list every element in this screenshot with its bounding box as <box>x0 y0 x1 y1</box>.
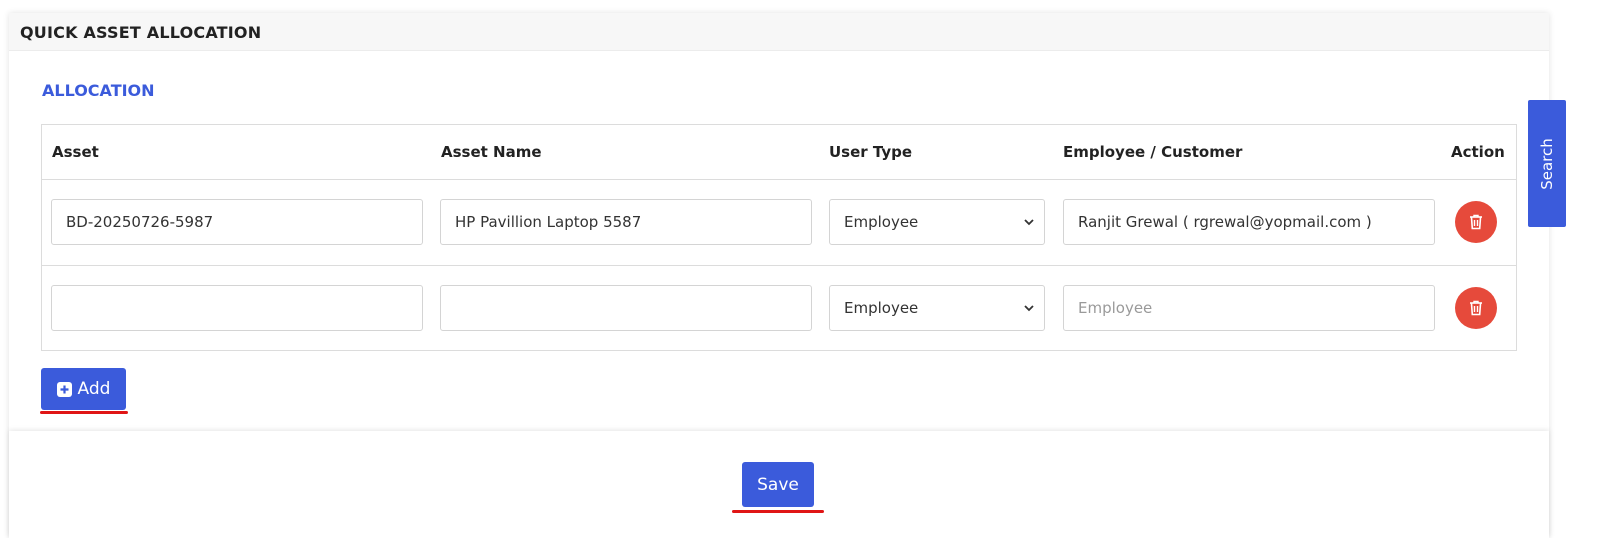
quick-asset-allocation-card: QUICK ASSET ALLOCATION ALLOCATION Asset … <box>9 13 1549 538</box>
section-title: ALLOCATION <box>42 81 155 100</box>
asset-name-input[interactable]: HP Pavillion Laptop 5587 <box>440 199 812 245</box>
user-type-select[interactable]: Employee <box>829 199 1045 245</box>
search-tab-label: Search <box>1538 137 1557 190</box>
save-button-underline <box>732 510 824 513</box>
chevron-down-icon <box>1024 200 1034 244</box>
search-side-tab[interactable]: Search <box>1528 100 1566 227</box>
user-type-value: Employee <box>844 213 919 231</box>
column-header-asset: Asset <box>52 143 99 161</box>
user-type-value: Employee <box>844 299 919 317</box>
column-header-action: Action <box>1451 143 1505 161</box>
column-header-employee-customer: Employee / Customer <box>1063 143 1243 161</box>
save-button[interactable]: Save <box>742 462 814 507</box>
column-header-user-type: User Type <box>829 143 913 161</box>
table-row: BD-20250726-5987 HP Pavillion Laptop 558… <box>42 180 1516 266</box>
plus-square-icon <box>56 381 72 397</box>
card-header: QUICK ASSET ALLOCATION <box>9 13 1549 51</box>
asset-name-input[interactable] <box>440 285 812 331</box>
page-title: QUICK ASSET ALLOCATION <box>20 23 262 42</box>
delete-row-button[interactable] <box>1455 201 1497 243</box>
delete-row-button[interactable] <box>1455 287 1497 329</box>
trash-icon <box>1470 214 1482 230</box>
table-row: Employee Employee <box>42 266 1516 352</box>
add-button-underline <box>40 411 128 414</box>
column-header-asset-name: Asset Name <box>441 143 542 161</box>
add-row-button[interactable]: Add <box>41 368 126 410</box>
table-header: Asset Asset Name User Type Employee / Cu… <box>42 125 1516 180</box>
trash-icon <box>1470 300 1482 316</box>
employee-customer-input[interactable]: Ranjit Grewal ( rgrewal@yopmail.com ) <box>1063 199 1435 245</box>
chevron-down-icon <box>1024 286 1034 330</box>
asset-input[interactable]: BD-20250726-5987 <box>51 199 423 245</box>
employee-customer-input[interactable]: Employee <box>1063 285 1435 331</box>
add-button-label: Add <box>77 379 111 399</box>
allocation-table: Asset Asset Name User Type Employee / Cu… <box>41 124 1517 351</box>
asset-input[interactable] <box>51 285 423 331</box>
user-type-select[interactable]: Employee <box>829 285 1045 331</box>
card-footer: Save <box>9 431 1549 538</box>
